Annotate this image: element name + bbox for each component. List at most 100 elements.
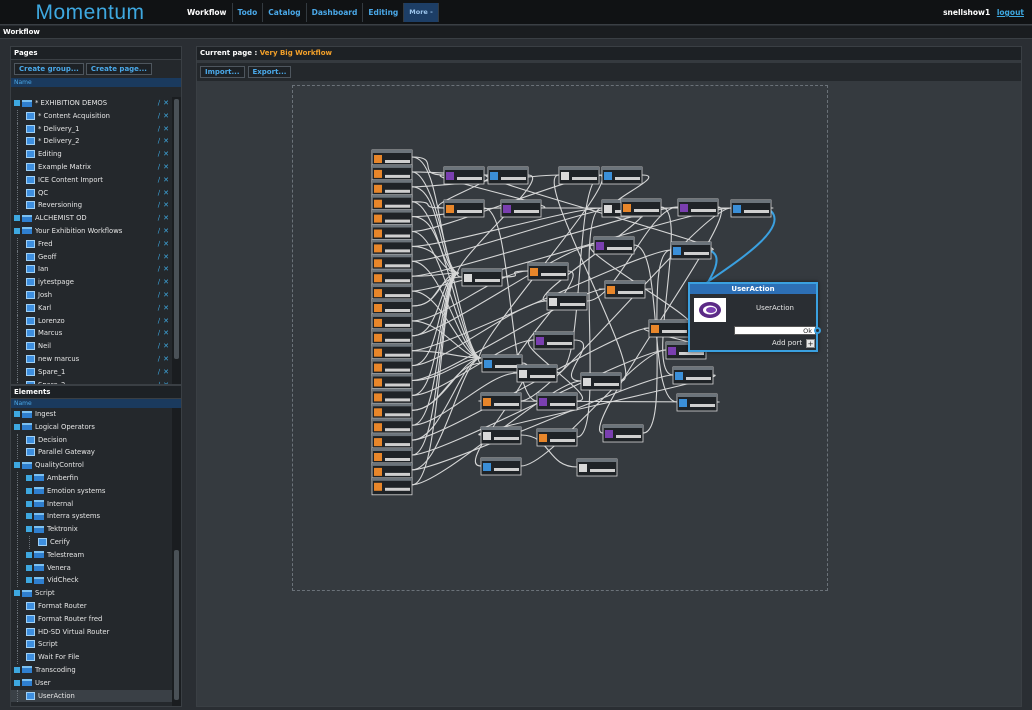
node-title-bar[interactable]	[678, 199, 718, 202]
delete-icon[interactable]: ✕	[163, 99, 169, 107]
workflow-node[interactable]	[371, 209, 413, 228]
node-icon[interactable]	[374, 453, 382, 461]
node-title-bar[interactable]	[372, 388, 412, 392]
element-tree-item[interactable]: Telestream	[11, 548, 172, 562]
node-icon[interactable]	[374, 304, 382, 312]
create-group-button[interactable]: Create group...	[14, 63, 84, 75]
node-title-bar[interactable]	[731, 200, 771, 203]
workflow-node[interactable]	[371, 373, 413, 391]
delete-icon[interactable]: ✕	[163, 189, 169, 197]
node-title-bar[interactable]	[488, 167, 528, 170]
node-port-field[interactable]	[744, 210, 769, 213]
nav-workflow[interactable]: Workflow	[182, 3, 233, 22]
expand-toggle-icon[interactable]	[26, 500, 32, 507]
node-icon[interactable]	[374, 467, 382, 476]
workflow-node[interactable]	[480, 426, 522, 445]
node-title-bar[interactable]	[372, 209, 412, 213]
node-title-bar[interactable]	[372, 477, 412, 481]
element-tree-item[interactable]: UserAction	[11, 689, 172, 703]
node-icon[interactable]	[374, 259, 382, 268]
node-port-field[interactable]	[385, 458, 410, 461]
delete-icon[interactable]: ✕	[163, 265, 169, 273]
node-port-field[interactable]	[385, 443, 410, 447]
node-icon[interactable]	[374, 378, 382, 387]
edit-icon[interactable]: ∕	[158, 137, 160, 145]
node-icon[interactable]	[561, 172, 569, 180]
node-title-bar[interactable]	[444, 200, 484, 203]
node-port-field[interactable]	[494, 468, 519, 471]
node-title-bar[interactable]	[372, 313, 412, 317]
node-port-field[interactable]	[385, 264, 410, 268]
elements-scrollbar[interactable]	[172, 408, 181, 706]
node-title-bar[interactable]	[603, 425, 643, 428]
node-icon[interactable]	[673, 247, 681, 255]
edit-icon[interactable]: ∕	[158, 278, 160, 286]
node-icon[interactable]	[651, 325, 659, 333]
element-tree-item[interactable]: Parallel Gateway	[11, 446, 172, 460]
node-icon[interactable]	[519, 370, 527, 378]
node-icon[interactable]	[579, 464, 587, 472]
node-port-field[interactable]	[494, 437, 519, 440]
node-port-field[interactable]	[385, 398, 410, 402]
workflow-node[interactable]	[558, 166, 600, 185]
element-tree-item[interactable]: Script	[11, 638, 172, 652]
edit-icon[interactable]: ∕	[158, 368, 160, 376]
workflow-node[interactable]	[371, 298, 413, 317]
node-icon[interactable]	[374, 199, 382, 208]
workflow-node[interactable]	[371, 253, 413, 272]
node-port-field[interactable]	[495, 365, 520, 368]
edit-icon[interactable]: ∕	[158, 304, 160, 312]
node-title-bar[interactable]	[372, 224, 412, 228]
node-icon[interactable]	[374, 423, 382, 432]
delete-icon[interactable]: ✕	[163, 240, 169, 248]
node-icon[interactable]	[675, 372, 683, 380]
node-title-bar[interactable]	[372, 343, 412, 347]
node-title-bar[interactable]	[372, 269, 412, 273]
workflow-node[interactable]	[371, 343, 413, 362]
node-icon[interactable]	[374, 289, 382, 298]
expand-toggle-icon[interactable]	[14, 411, 20, 417]
node-title-bar[interactable]	[372, 194, 412, 198]
edit-icon[interactable]: ∕	[158, 112, 160, 120]
node-title-bar[interactable]	[673, 367, 713, 370]
delete-icon[interactable]: ✕	[163, 112, 169, 120]
page-tree-item[interactable]: Reversioning ∕ ✕	[11, 199, 172, 213]
node-port-field[interactable]	[385, 338, 410, 342]
workflow-node[interactable]	[481, 354, 523, 373]
delete-icon[interactable]: ✕	[163, 278, 169, 286]
node-port-field[interactable]	[385, 219, 410, 223]
delete-icon[interactable]: ✕	[163, 137, 169, 145]
page-tree-item[interactable]: QC ∕ ✕	[11, 186, 172, 200]
workflow-node[interactable]	[546, 292, 588, 311]
workflow-node[interactable]	[536, 428, 578, 447]
node-port-field[interactable]	[547, 342, 572, 345]
node-title-bar[interactable]	[577, 459, 617, 462]
node-port-field[interactable]	[514, 210, 539, 213]
page-tree-item[interactable]: * Delivery_1 ∕ ✕	[11, 122, 172, 136]
expand-toggle-icon[interactable]	[26, 564, 32, 571]
element-tree-item[interactable]: VidCheck	[11, 574, 172, 588]
element-tree-item[interactable]: Transcoding	[11, 664, 172, 677]
node-port-field[interactable]	[385, 189, 410, 193]
edit-icon[interactable]: ∕	[158, 189, 160, 197]
node-icon[interactable]	[374, 244, 382, 253]
edit-icon[interactable]: ∕	[158, 265, 160, 273]
node-icon[interactable]	[536, 337, 544, 345]
workflow-node[interactable]	[677, 198, 719, 217]
workflow-node[interactable]	[371, 179, 413, 198]
node-title-bar[interactable]	[481, 427, 521, 430]
node-port-field[interactable]	[457, 210, 482, 213]
workflow-node[interactable]	[480, 392, 522, 411]
node-title-bar[interactable]	[372, 462, 412, 466]
workflow-node[interactable]	[604, 280, 646, 299]
page-tree-item[interactable]: Spare_2 ∕✕	[11, 378, 172, 384]
node-title-bar[interactable]	[517, 365, 557, 368]
delete-icon[interactable]: ✕	[163, 176, 169, 184]
node-title-bar[interactable]	[671, 242, 711, 245]
expand-toggle-icon[interactable]	[14, 215, 20, 222]
element-tree-item[interactable]: Logical Operators	[11, 421, 172, 434]
node-title-bar[interactable]	[462, 269, 502, 272]
node-port-field[interactable]	[616, 435, 641, 438]
node-icon[interactable]	[490, 172, 498, 180]
node-port-field[interactable]	[607, 247, 632, 250]
